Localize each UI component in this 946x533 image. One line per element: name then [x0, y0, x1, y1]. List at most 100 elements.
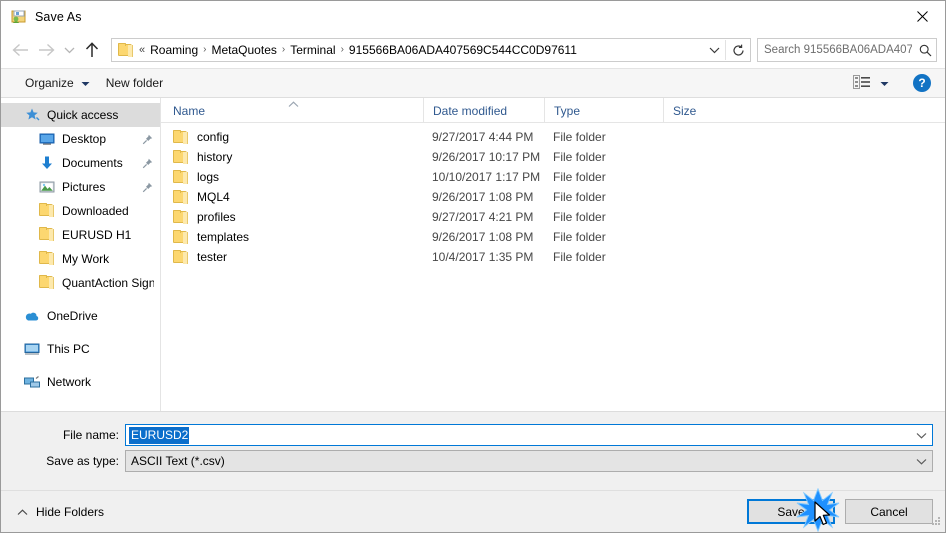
file-date-cell: 10/10/2017 1:17 PM: [432, 170, 541, 184]
file-name-label: profiles: [197, 210, 236, 224]
pin-icon[interactable]: [140, 158, 154, 169]
breadcrumb-item-terminal-id[interactable]: 915566BA06ADA407569C544CC0D97611: [345, 39, 581, 61]
sidebar-item-this-pc[interactable]: This PC: [1, 337, 160, 361]
chevron-down-icon[interactable]: [910, 458, 932, 465]
folder-icon: [118, 43, 134, 57]
sidebar-item-label: Downloaded: [62, 204, 129, 218]
folder-icon: [39, 203, 55, 219]
file-name-label: config: [197, 130, 230, 144]
save-as-type-select[interactable]: ASCII Text (*.csv): [125, 450, 933, 472]
pictures-icon: [39, 179, 55, 195]
sidebar-item-onedrive[interactable]: OneDrive: [1, 304, 160, 328]
up-button[interactable]: [79, 37, 105, 63]
file-name-cell: config: [161, 130, 423, 144]
back-button[interactable]: [7, 37, 33, 63]
chevron-down-icon[interactable]: [910, 432, 932, 439]
organize-label: Organize: [25, 76, 74, 90]
file-name-label: File name:: [62, 428, 119, 442]
sidebar-item-downloaded[interactable]: Downloaded: [1, 199, 160, 223]
file-date-cell: 10/4/2017 1:35 PM: [432, 250, 534, 264]
chevron-down-icon: [81, 76, 90, 90]
search-input[interactable]: [758, 40, 914, 60]
column-header-label: Name: [173, 103, 206, 118]
star-pin-icon: [24, 107, 40, 123]
sidebar-item-documents[interactable]: Documents: [1, 151, 160, 175]
table-row[interactable]: templates 9/26/2017 1:08 PM File folder: [161, 227, 945, 247]
file-type-cell: File folder: [553, 170, 606, 184]
file-name-cell: history: [161, 150, 423, 164]
sidebar-item-label: This PC: [47, 342, 90, 356]
file-name-label: templates: [197, 230, 250, 244]
title-bar: Save As: [1, 1, 945, 32]
column-header-date-modified[interactable]: Date modified: [423, 98, 544, 123]
table-row[interactable]: profiles 9/27/2017 4:21 PM File folder: [161, 207, 945, 227]
sidebar-item-label: QuantAction Signal: [62, 276, 154, 290]
column-header-size[interactable]: Size: [663, 98, 743, 123]
sidebar-item-quantaction-signal[interactable]: QuantAction Signal: [1, 271, 160, 295]
close-icon[interactable]: [899, 1, 945, 31]
table-row[interactable]: tester 10/4/2017 1:35 PM File folder: [161, 247, 945, 267]
search-icon[interactable]: [914, 40, 936, 60]
save-as-type-label: Save as type:: [46, 454, 119, 468]
view-options-button[interactable]: [849, 71, 893, 95]
table-row[interactable]: MQL4 9/26/2017 1:08 PM File folder: [161, 187, 945, 207]
save-button[interactable]: Save: [747, 499, 835, 524]
help-icon[interactable]: ?: [913, 74, 931, 92]
cancel-button[interactable]: Cancel: [845, 499, 933, 524]
file-name-label: tester: [197, 250, 228, 264]
file-type-cell: File folder: [553, 130, 606, 144]
sidebar-item-quick-access[interactable]: Quick access: [1, 103, 160, 127]
file-name-cell: MQL4: [161, 190, 423, 204]
breadcrumb-overflow[interactable]: «: [137, 39, 146, 61]
refresh-icon[interactable]: [726, 39, 750, 61]
command-bar: Organize New folder ?: [1, 68, 945, 98]
file-name-label: logs: [197, 170, 220, 184]
table-row[interactable]: config 9/27/2017 4:44 PM File folder: [161, 127, 945, 147]
chevron-down-icon: [880, 76, 889, 90]
file-name-value: EURUSD2: [129, 426, 190, 444]
sidebar-item-label: OneDrive: [47, 309, 98, 323]
new-folder-button[interactable]: New folder: [98, 71, 171, 95]
sidebar-item-desktop[interactable]: Desktop: [1, 127, 160, 151]
pin-icon[interactable]: [140, 134, 154, 145]
resize-grip-icon[interactable]: [930, 515, 942, 530]
table-row[interactable]: logs 10/10/2017 1:17 PM File folder: [161, 167, 945, 187]
sidebar-item-pictures[interactable]: Pictures: [1, 175, 160, 199]
file-type-cell: File folder: [553, 190, 606, 204]
command-bar-right: ?: [849, 71, 945, 95]
folder-icon: [173, 230, 189, 244]
address-bar[interactable]: « Roaming › MetaQuotes › Terminal › 9155…: [111, 38, 751, 62]
forward-button[interactable]: [33, 37, 59, 63]
organize-button[interactable]: Organize: [17, 71, 98, 95]
sidebar-item-label: Pictures: [62, 180, 106, 194]
file-name-input[interactable]: EURUSD2: [125, 424, 933, 446]
documents-icon: [39, 155, 55, 171]
folder-icon: [173, 170, 189, 184]
file-date-cell: 9/26/2017 10:17 PM: [432, 150, 541, 164]
folder-icon: [39, 251, 55, 267]
navigation-bar: « Roaming › MetaQuotes › Terminal › 9155…: [1, 32, 945, 68]
save-as-icon: [11, 9, 27, 25]
breadcrumb-item-roaming[interactable]: Roaming: [146, 39, 202, 61]
sidebar-item-eurusd-h1[interactable]: EURUSD H1: [1, 223, 160, 247]
folder-icon: [173, 150, 189, 164]
file-type-cell: File folder: [553, 250, 606, 264]
search-box[interactable]: [757, 38, 937, 62]
file-date-cell: 9/27/2017 4:44 PM: [432, 130, 534, 144]
recent-locations-button[interactable]: [59, 37, 79, 63]
sidebar-item-my-work[interactable]: My Work: [1, 247, 160, 271]
column-header-name[interactable]: Name: [161, 98, 423, 123]
hide-folders-button[interactable]: Hide Folders: [11, 505, 104, 519]
folder-icon: [39, 275, 55, 291]
pin-icon[interactable]: [140, 182, 154, 193]
table-row[interactable]: history 9/26/2017 10:17 PM File folder: [161, 147, 945, 167]
chevron-down-icon[interactable]: [703, 39, 725, 61]
breadcrumb-item-terminal[interactable]: Terminal: [286, 39, 339, 61]
sidebar-item-label: Desktop: [62, 132, 107, 146]
column-header-type[interactable]: Type: [544, 98, 663, 123]
sidebar-item-network[interactable]: Network: [1, 370, 160, 394]
this-pc-icon: [24, 341, 40, 357]
sidebar-item-label: My Work: [62, 252, 110, 266]
sidebar-item-label: Documents: [62, 156, 123, 170]
breadcrumb-item-metaquotes[interactable]: MetaQuotes: [208, 39, 281, 61]
